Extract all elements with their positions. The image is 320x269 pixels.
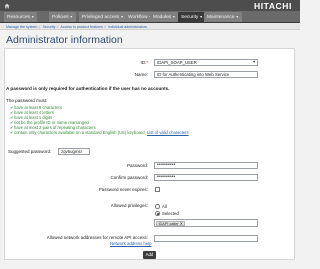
- password-must-label: The password must:: [6, 98, 48, 103]
- tab-policies[interactable]: Policies▼: [49, 12, 76, 22]
- breadcrumb-separator: >: [103, 24, 107, 29]
- main-nav: Resources▼ Policies▼ Privileged access▼ …: [0, 11, 300, 23]
- chevron-down-icon: ▼: [199, 15, 203, 19]
- breadcrumb-bar: Manage the system> Security> Access to p…: [0, 23, 300, 30]
- privilege-all-label: All: [162, 203, 167, 209]
- password-note: A password is only required for authenti…: [6, 86, 170, 91]
- chevron-down-icon: ▼: [120, 15, 124, 19]
- suggested-password-field[interactable]: zqv5ugmsr: [58, 147, 90, 155]
- password-label: Password:: [126, 163, 148, 168]
- home-icon[interactable]: [4, 3, 10, 9]
- network-label: Allowed network addresses for remote API…: [46, 235, 148, 240]
- id-value: IDAPI_SOAP_USER: [157, 59, 197, 65]
- suggested-password-value: zqv5ugmsr: [61, 148, 83, 154]
- name-value: ID for Authenticating into Web Service: [157, 71, 230, 77]
- tab-modules[interactable]: Modules▼: [150, 12, 179, 22]
- tab-label: Security: [181, 15, 199, 20]
- never-expires-label: Password never expires:: [98, 187, 148, 192]
- chevron-down-icon: ▼: [235, 15, 239, 19]
- tab-privileged-access[interactable]: Privileged access▼: [79, 12, 127, 22]
- password-rules: ✔have at least 8 characters ✔have at lea…: [10, 105, 189, 136]
- suggested-password-label: Suggested password:: [8, 149, 52, 154]
- rule-text: contain only characters available on a s…: [14, 130, 147, 136]
- tab-label: Privileged access: [82, 15, 120, 20]
- password-field[interactable]: •••••••••: [154, 161, 258, 169]
- tab-label: Workflow: [128, 15, 148, 20]
- confirm-password-value: •••••••••: [157, 173, 176, 180]
- breadcrumb-separator: >: [38, 24, 41, 29]
- tab-maintenance[interactable]: Maintenance▼: [204, 12, 242, 22]
- allowed-privileges-label: Allowed privileges:: [110, 203, 148, 208]
- never-expires-checkbox[interactable]: [155, 186, 160, 192]
- tab-label: Maintenance: [207, 15, 235, 20]
- privilege-selected-radio[interactable]: [155, 211, 160, 216]
- privilege-all-radio[interactable]: [155, 204, 160, 209]
- privilege-selected-label: Selected: [162, 210, 179, 216]
- tab-label: Modules: [153, 15, 172, 20]
- admin-form: [4, 48, 295, 260]
- chevron-down-icon: ▼: [69, 15, 73, 19]
- add-button[interactable]: Add: [143, 251, 156, 259]
- privilege-tag-input[interactable]: IDAPI caller ✕: [154, 219, 258, 227]
- privilege-tag[interactable]: IDAPI caller ✕: [156, 220, 186, 226]
- breadcrumb-item[interactable]: Manage the system: [6, 25, 37, 29]
- password-value: •••••••••: [157, 161, 176, 168]
- confirm-password-label: Confirm password:: [110, 175, 148, 180]
- id-field[interactable]: IDAPI_SOAP_USER ▼: [154, 58, 258, 66]
- page-title: Administrator information: [6, 34, 123, 46]
- breadcrumb-item[interactable]: Security: [42, 25, 55, 29]
- list-item: ✔contain only characters available on a …: [10, 130, 189, 135]
- id-label: ID:*: [100, 60, 148, 65]
- network-address-field[interactable]: [154, 235, 258, 242]
- network-help-link[interactable]: Network address help: [110, 241, 152, 246]
- name-field[interactable]: ID for Authenticating into Web Service: [154, 70, 258, 78]
- tab-resources[interactable]: Resources▼: [4, 12, 38, 22]
- chevron-down-icon: ▼: [30, 15, 35, 19]
- breadcrumb-item[interactable]: Access to product features: [60, 25, 103, 29]
- brand-logo: HITACHI: [253, 1, 292, 11]
- confirm-password-field[interactable]: •••••••••: [154, 173, 258, 181]
- breadcrumb-separator: >: [56, 24, 59, 29]
- breadcrumb: Manage the system> Security> Access to p…: [6, 25, 147, 29]
- tab-security[interactable]: Security▼: [178, 12, 206, 22]
- valid-characters-link[interactable]: List of valid characters: [147, 130, 189, 135]
- chevron-down-icon: ▼: [172, 15, 176, 19]
- name-label: Name:: [134, 72, 148, 77]
- tab-label: Resources: [7, 15, 30, 20]
- required-marker: *: [146, 60, 148, 65]
- breadcrumb-item[interactable]: Individual administrators: [108, 25, 147, 29]
- chevron-down-icon: ▼: [252, 59, 256, 64]
- tab-label: Policies: [52, 15, 69, 20]
- top-bar: HITACHI: [0, 0, 300, 11]
